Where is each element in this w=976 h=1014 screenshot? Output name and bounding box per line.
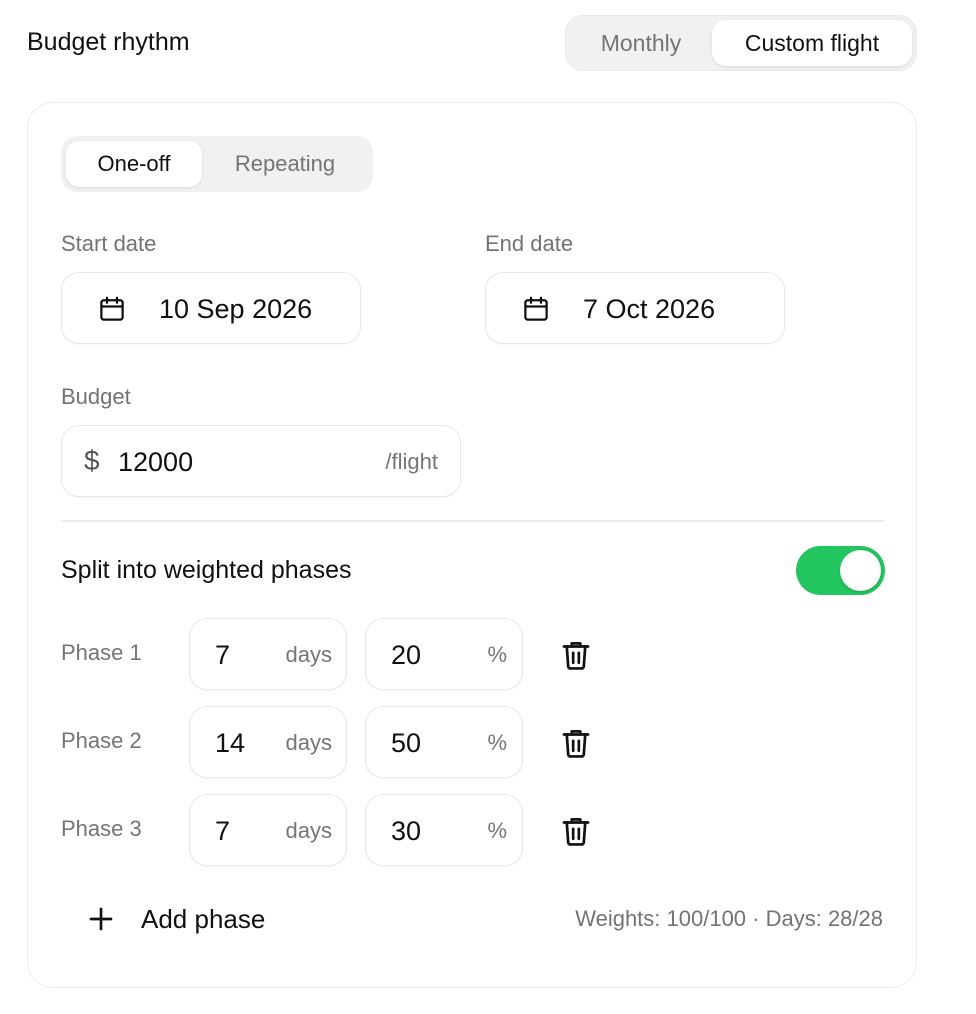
phase-weight-input[interactable]: 50 % [365, 706, 523, 778]
trash-icon[interactable] [559, 726, 593, 760]
split-phases-label: Split into weighted phases [61, 556, 352, 584]
rhythm-option-monthly[interactable]: Monthly [570, 20, 712, 66]
budget-suffix: /flight [385, 449, 438, 474]
phase-days-input[interactable]: 7 days [189, 618, 347, 690]
phase-days-input[interactable]: 14 days [189, 706, 347, 778]
calendar-icon [524, 296, 548, 321]
phase-weight-value: 50 [391, 728, 422, 758]
phase-weight-value: 20 [391, 640, 422, 670]
plus-icon [89, 907, 113, 931]
page-title: Budget rhythm [27, 28, 190, 56]
days-unit: days [285, 642, 332, 667]
divider [61, 520, 885, 522]
add-phase-label: Add phase [141, 904, 266, 934]
end-date-value: 7 Oct 2026 [583, 294, 716, 324]
phase-row: Phase 2 14 days 50 % [28, 706, 918, 778]
budget-rhythm-panel: Budget rhythm Monthly Custom flight One-… [0, 0, 976, 1014]
phase-row: Phase 3 7 days 30 % [28, 794, 918, 866]
phase-days-input[interactable]: 7 days [189, 794, 347, 866]
percent-unit: % [487, 642, 507, 667]
days-unit: days [285, 730, 332, 755]
budget-label: Budget [61, 384, 131, 409]
allocation-summary: Weights: 100/100 · Days: 28/28 [575, 906, 883, 931]
end-date-label: End date [485, 231, 574, 256]
calendar-icon [100, 296, 124, 321]
budget-input[interactable]: $ 12000 /flight [61, 425, 461, 497]
rhythm-segmented-control: Monthly Custom flight [565, 15, 917, 71]
currency-symbol: $ [84, 445, 100, 476]
schedule-segmented-control: One-off Repeating [61, 136, 373, 192]
percent-unit: % [487, 730, 507, 755]
split-phases-toggle[interactable] [796, 546, 885, 595]
toggle-knob [840, 550, 881, 591]
phase-weight-value: 30 [391, 816, 422, 846]
days-unit: days [285, 818, 332, 843]
start-date-label: Start date [61, 231, 157, 256]
phase-weight-input[interactable]: 30 % [365, 794, 523, 866]
phase-days-value: 14 [215, 728, 246, 758]
phase-weight-input[interactable]: 20 % [365, 618, 523, 690]
phase-row: Phase 1 7 days 20 % [28, 618, 918, 690]
phase-days-value: 7 [215, 816, 231, 846]
flight-settings-card: One-off Repeating Start date 10 Sep 2026… [27, 102, 917, 988]
start-date-value: 10 Sep 2026 [159, 294, 313, 324]
percent-unit: % [487, 818, 507, 843]
phase-days-value: 7 [215, 640, 231, 670]
phase-name: Phase 2 [61, 728, 142, 753]
budget-value: 12000 [118, 447, 194, 477]
schedule-option-one-off[interactable]: One-off [66, 141, 202, 187]
phase-name: Phase 1 [61, 640, 142, 665]
trash-icon[interactable] [559, 638, 593, 672]
end-date-field[interactable]: 7 Oct 2026 [485, 272, 785, 344]
start-date-field[interactable]: 10 Sep 2026 [61, 272, 361, 344]
trash-icon[interactable] [559, 814, 593, 848]
rhythm-option-custom-flight[interactable]: Custom flight [712, 20, 912, 66]
schedule-option-repeating[interactable]: Repeating [202, 141, 368, 187]
phase-name: Phase 3 [61, 816, 142, 841]
